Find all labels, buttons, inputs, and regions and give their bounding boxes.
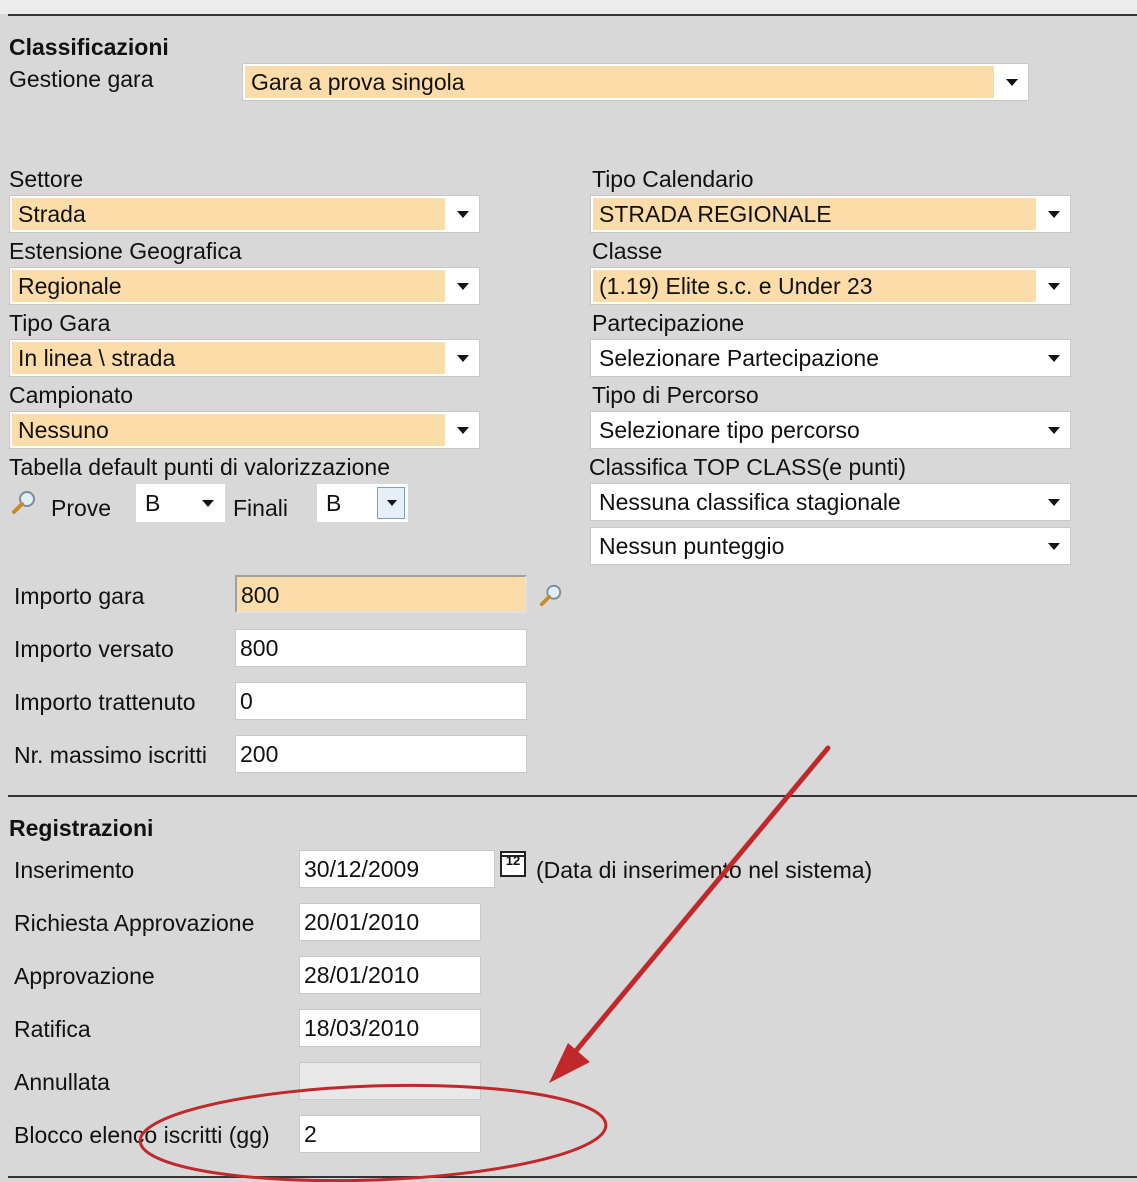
partecipazione-label: Partecipazione [592,310,745,336]
section-divider-top [8,14,1137,16]
richiesta-approvazione-input[interactable]: 20/01/2010 [299,903,481,941]
top-class-value: Nessuna classifica stagionale [599,489,901,515]
campionato-value: Nessuno [12,414,445,446]
ratifica-label: Ratifica [14,1016,91,1042]
finali-label: Finali [233,495,288,521]
annotation-overlay [138,745,831,1182]
importo-gara-input[interactable]: 800 [235,575,527,613]
tabella-punti-label: Tabella default punti di valorizzazione [9,454,391,480]
blocco-iscritti-input[interactable]: 2 [299,1115,481,1153]
inserimento-note: (Data di inserimento nel sistema) [536,857,873,883]
top-strip [0,0,1137,14]
section-divider [8,795,1137,797]
punteggio-value: Nessun punteggio [599,533,785,559]
tipo-calendario-label: Tipo Calendario [592,166,754,192]
inserimento-label: Inserimento [14,857,135,883]
punteggio-select[interactable]: Nessun punteggio [590,527,1071,565]
gestione-gara-label: Gestione gara [9,66,154,92]
gestione-gara-select[interactable]: Gara a prova singola [242,63,1029,101]
chevron-down-icon [457,211,469,218]
prove-select[interactable]: B [136,484,225,522]
prove-label: Prove [51,495,112,521]
chevron-down-icon [1048,211,1060,218]
settore-select[interactable]: Strada [9,195,480,233]
estensione-label: Estensione Geografica [9,238,242,264]
dropdown-button[interactable] [377,487,405,519]
campionato-select[interactable]: Nessuno [9,411,480,449]
prove-value: B [139,487,190,519]
estensione-value: Regionale [12,270,445,302]
importo-versato-input[interactable]: 800 [235,629,527,667]
classe-label: Classe [592,238,663,264]
annullata-label: Annullata [14,1069,110,1095]
tipo-gara-value: In linea \ strada [12,342,445,374]
richiesta-approvazione-label: Richiesta Approvazione [14,910,255,936]
importo-versato-label: Importo versato [14,636,174,662]
approvazione-input[interactable]: 28/01/2010 [299,956,481,994]
top-class-label: Classifica TOP CLASS(e punti) [589,454,907,480]
settore-label: Settore [9,166,84,192]
top-class-select[interactable]: Nessuna classifica stagionale [590,483,1071,521]
partecipazione-select[interactable]: Selezionare Partecipazione [590,339,1071,377]
tipo-calendario-select[interactable]: STRADA REGIONALE [590,195,1071,233]
search-icon[interactable] [11,489,37,515]
chevron-down-icon [457,283,469,290]
tipo-percorso-select[interactable]: Selezionare tipo percorso [590,411,1071,449]
classe-value: (1.19) Elite s.c. e Under 23 [593,270,1036,302]
partecipazione-value: Selezionare Partecipazione [599,345,880,371]
finali-select[interactable]: B [317,484,408,522]
chevron-down-icon [1048,355,1060,362]
tipo-percorso-label: Tipo di Percorso [592,382,759,408]
search-icon[interactable] [539,583,563,607]
blocco-iscritti-label: Blocco elenco iscritti (gg) [14,1122,270,1148]
annullata-input[interactable] [299,1062,481,1100]
estensione-select[interactable]: Regionale [9,267,480,305]
chevron-down-icon [1048,499,1060,506]
tipo-gara-label: Tipo Gara [9,310,111,336]
max-iscritti-input[interactable]: 200 [235,735,527,773]
chevron-down-icon [457,355,469,362]
settore-value: Strada [12,198,445,230]
chevron-down-icon [1048,427,1060,434]
ratifica-input[interactable]: 18/03/2010 [299,1009,481,1047]
tipo-percorso-value: Selezionare tipo percorso [599,417,860,443]
campionato-label: Campionato [9,382,134,408]
chevron-down-icon [1006,79,1018,86]
section-title-classificazioni: Classificazioni [9,34,169,60]
chevron-down-icon [202,500,214,507]
chevron-down-icon [457,427,469,434]
gestione-gara-value: Gara a prova singola [245,66,994,98]
chevron-down-icon [1048,283,1060,290]
inserimento-input[interactable]: 30/12/2009 [299,850,495,888]
chevron-down-icon [1048,543,1060,550]
tipo-gara-select[interactable]: In linea \ strada [9,339,480,377]
calendar-icon[interactable]: 12 [500,851,526,877]
approvazione-label: Approvazione [14,963,155,989]
finali-value: B [320,487,373,519]
chevron-down-icon [387,500,397,506]
importo-trattenuto-label: Importo trattenuto [14,689,196,715]
section-divider-bottom [8,1176,1137,1178]
importo-gara-label: Importo gara [14,583,145,609]
importo-trattenuto-input[interactable]: 0 [235,682,527,720]
classe-select[interactable]: (1.19) Elite s.c. e Under 23 [590,267,1071,305]
section-title-registrazioni: Registrazioni [9,815,154,841]
max-iscritti-label: Nr. massimo iscritti [14,742,207,768]
tipo-calendario-value: STRADA REGIONALE [593,198,1036,230]
annotation-arrow-head [549,1043,590,1083]
